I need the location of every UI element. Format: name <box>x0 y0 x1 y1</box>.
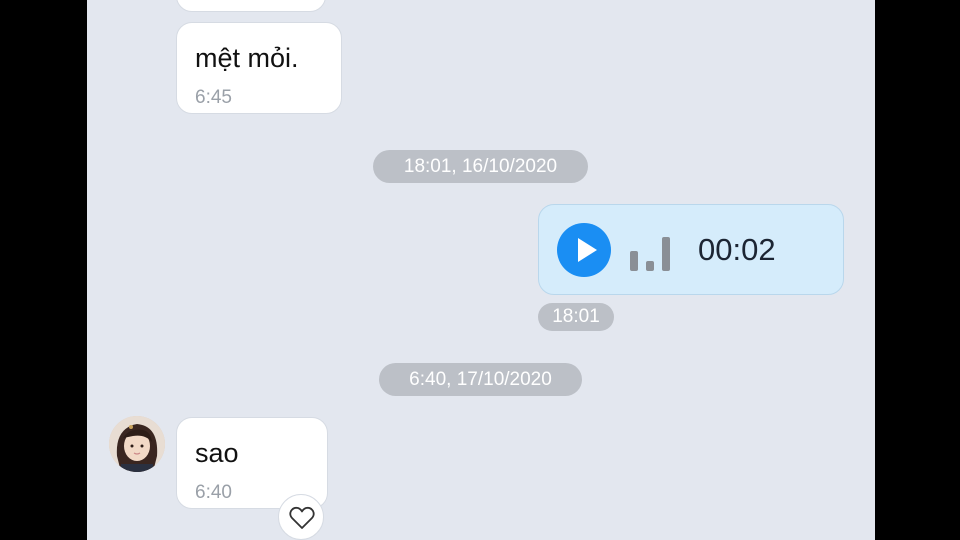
date-separator: 18:01, 16/10/2020 <box>373 150 588 183</box>
react-heart-button[interactable] <box>278 494 324 540</box>
avatar[interactable] <box>109 416 165 472</box>
play-icon <box>578 238 597 262</box>
message-bubble-partial[interactable] <box>176 0 326 12</box>
voice-duration: 00:02 <box>698 232 776 267</box>
message-bubble-incoming[interactable]: mệt mỏi. 6:45 <box>176 22 342 114</box>
avatar-image <box>109 416 165 472</box>
message-time-pill: 18:01 <box>538 303 614 331</box>
message-time: 6:45 <box>195 87 232 108</box>
audio-waveform-icon <box>630 237 670 271</box>
message-text: mệt mỏi. <box>195 43 299 73</box>
chat-screen: mệt mỏi. 6:45 18:01, 16/10/2020 00:02 18… <box>87 0 875 540</box>
play-button[interactable] <box>557 223 611 277</box>
heart-outline-icon <box>289 506 315 529</box>
message-time: 6:40 <box>195 482 232 503</box>
message-text: sao <box>195 438 239 468</box>
voice-message-bubble[interactable]: 00:02 <box>538 204 844 295</box>
date-separator: 6:40, 17/10/2020 <box>379 363 582 396</box>
